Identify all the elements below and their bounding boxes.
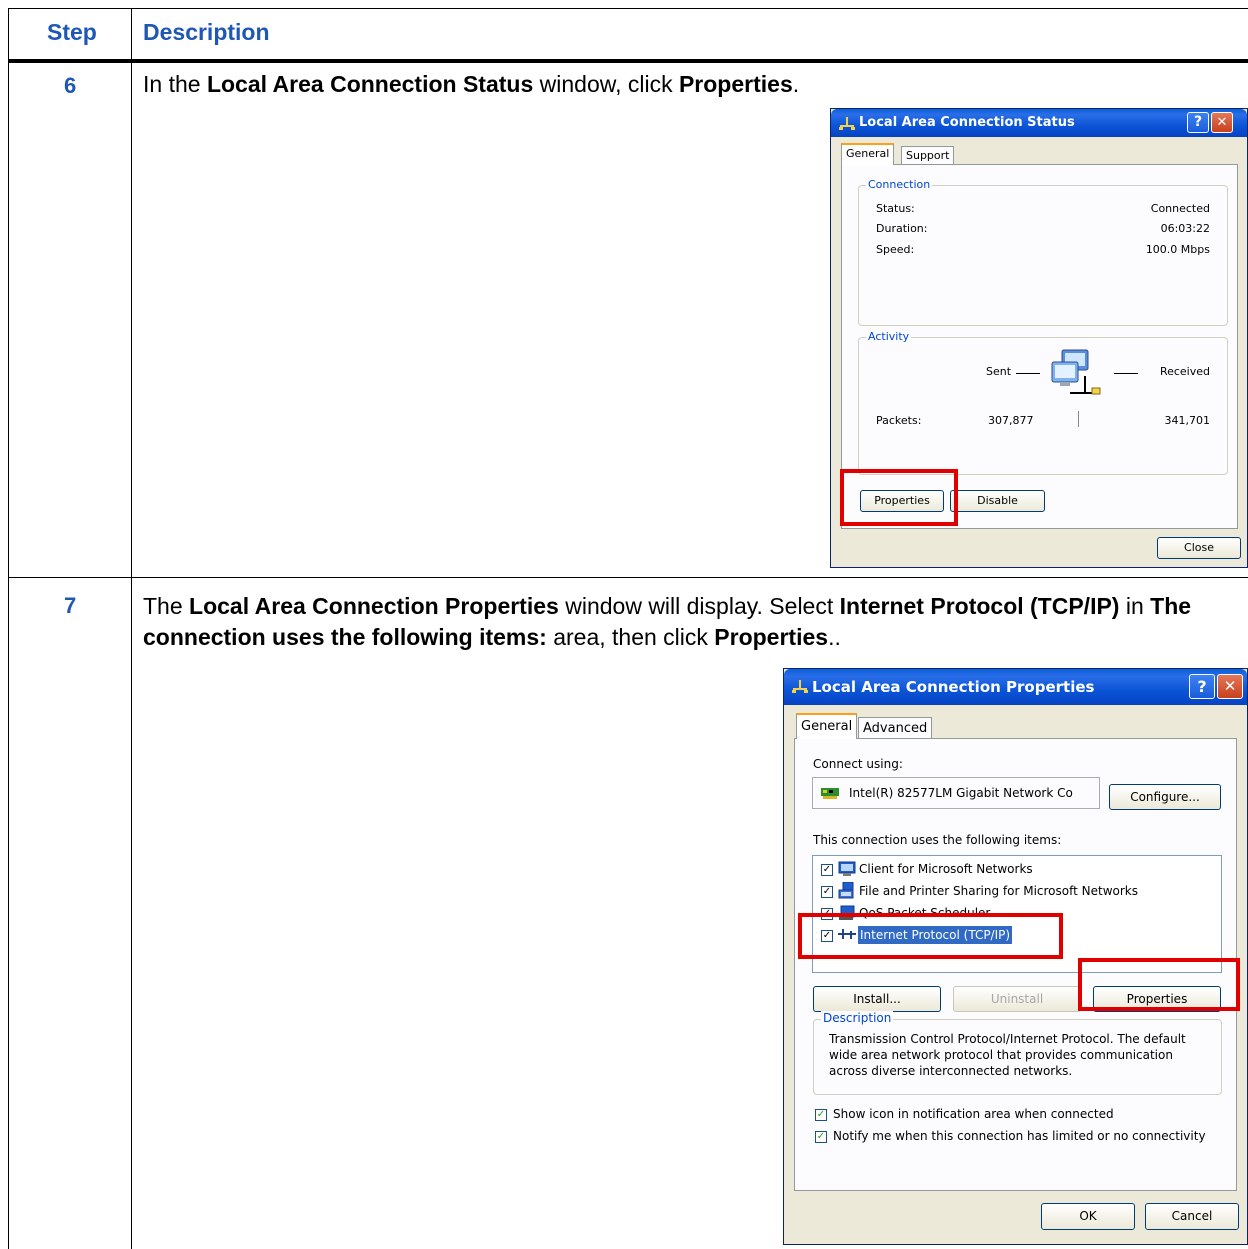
status-label: Status: (876, 202, 915, 215)
item-checkbox[interactable]: ✓ (821, 886, 833, 898)
show-icon-label: Show icon in notification area when conn… (833, 1107, 1114, 1121)
text-run: window will display. Select (558, 593, 840, 619)
adapter-name: Intel(R) 82577LM Gigabit Network Co (849, 786, 1073, 800)
text-run: . (792, 71, 800, 97)
text-run: window, click (533, 71, 679, 97)
bold-run: Properties (678, 71, 793, 97)
sent-line (1016, 373, 1040, 374)
configure-button[interactable]: Configure... (1109, 784, 1221, 810)
bold-run: Local Area Connection Properties (189, 593, 559, 619)
close-window-button[interactable]: ✕ (1217, 674, 1243, 699)
list-item[interactable]: ✓ Client for Microsoft Networks (821, 860, 1201, 880)
install-button[interactable]: Install... (813, 986, 941, 1012)
properties-dialog-title: Local Area Connection Properties (812, 678, 1095, 696)
client-network-icon (838, 861, 856, 876)
notify-checkbox[interactable]: ✓ (815, 1131, 827, 1143)
text-run: .. (828, 624, 841, 650)
packets-divider (1078, 411, 1079, 427)
description-text: Transmission Control Protocol/Internet P… (829, 1032, 1186, 1078)
duration-value: 06:03:22 (1160, 222, 1210, 235)
step-6-description: In the Local Area Connection Status wind… (143, 69, 1233, 100)
table-border-left (8, 8, 9, 1249)
step-number-6: 6 (64, 73, 77, 98)
callout-status-properties (840, 469, 958, 526)
items-label: This connection uses the following items… (813, 833, 1062, 847)
tab-general[interactable]: General (841, 143, 895, 165)
description-group-label: Description (821, 1011, 894, 1025)
received-line (1114, 373, 1138, 374)
show-icon-checkbox[interactable]: ✓ (815, 1109, 827, 1121)
speed-label: Speed: (876, 243, 915, 256)
text-run: area, then click (546, 624, 715, 650)
callout-item-properties (1078, 958, 1240, 1011)
table-column-divider (131, 8, 132, 1249)
table-border-top (8, 8, 1248, 9)
network-connection-icon (839, 117, 855, 130)
bold-run: Properties (714, 624, 829, 650)
step-number-7: 7 (64, 593, 77, 618)
connect-using-label: Connect using: (813, 757, 903, 771)
status-dialog-titlebar[interactable]: Local Area Connection Status ? ✕ (831, 109, 1247, 137)
network-connection-icon (792, 680, 808, 693)
sent-label: Sent (986, 365, 1012, 378)
packets-label: Packets: (876, 414, 922, 427)
tab-general[interactable]: General (796, 713, 858, 739)
help-button[interactable]: ? (1187, 112, 1209, 133)
header-description: Description (143, 19, 270, 45)
text-run: in (1119, 593, 1151, 619)
ok-button[interactable]: OK (1041, 1203, 1135, 1230)
status-value: Connected (1150, 202, 1210, 215)
list-item-label: File and Printer Sharing for Microsoft N… (859, 884, 1138, 898)
network-computers-icon (1051, 349, 1101, 395)
text-run: In the (143, 71, 207, 97)
packets-received-value: 341,701 (1164, 414, 1211, 427)
speed-value: 100.0 Mbps (1145, 243, 1210, 256)
network-adapter-icon (821, 788, 839, 799)
list-item-label: Client for Microsoft Networks (859, 862, 1033, 876)
uninstall-button[interactable]: Uninstall (953, 986, 1081, 1012)
bold-run: Local Area Connection Status (206, 71, 534, 97)
step-7-description: The Local Area Connection Properties win… (143, 591, 1233, 653)
bold-run: Internet Protocol (TCP/IP) (839, 593, 1120, 619)
activity-group (858, 337, 1228, 475)
help-button[interactable]: ? (1189, 674, 1215, 699)
close-window-button[interactable]: ✕ (1211, 112, 1233, 133)
adapter-field: Intel(R) 82577LM Gigabit Network Co (812, 777, 1100, 809)
callout-tcpip-item (798, 913, 1063, 959)
status-close-button[interactable]: Close (1157, 537, 1241, 559)
properties-dialog-titlebar[interactable]: Local Area Connection Properties ? ✕ (784, 669, 1247, 705)
received-label: Received (1159, 365, 1210, 378)
disable-button[interactable]: Disable (950, 490, 1045, 512)
list-item[interactable]: ✓ File and Printer Sharing for Microsoft… (821, 882, 1201, 902)
text-run: The (143, 593, 190, 619)
duration-label: Duration: (876, 222, 928, 235)
tab-support[interactable]: Support (901, 146, 955, 165)
cancel-button[interactable]: Cancel (1145, 1203, 1239, 1230)
notify-label: Notify me when this connection has limit… (833, 1129, 1206, 1143)
table-row-divider (8, 577, 1248, 578)
status-dialog-title: Local Area Connection Status (859, 115, 1075, 130)
header-step: Step (47, 19, 97, 45)
activity-group-label: Activity (866, 330, 912, 343)
table-header-rule (8, 59, 1248, 63)
tab-advanced[interactable]: Advanced (858, 717, 933, 739)
packets-sent-value: 307,877 (988, 414, 1034, 427)
file-printer-sharing-icon (838, 882, 854, 899)
item-checkbox[interactable]: ✓ (821, 864, 833, 876)
connection-group-label: Connection (866, 178, 933, 191)
